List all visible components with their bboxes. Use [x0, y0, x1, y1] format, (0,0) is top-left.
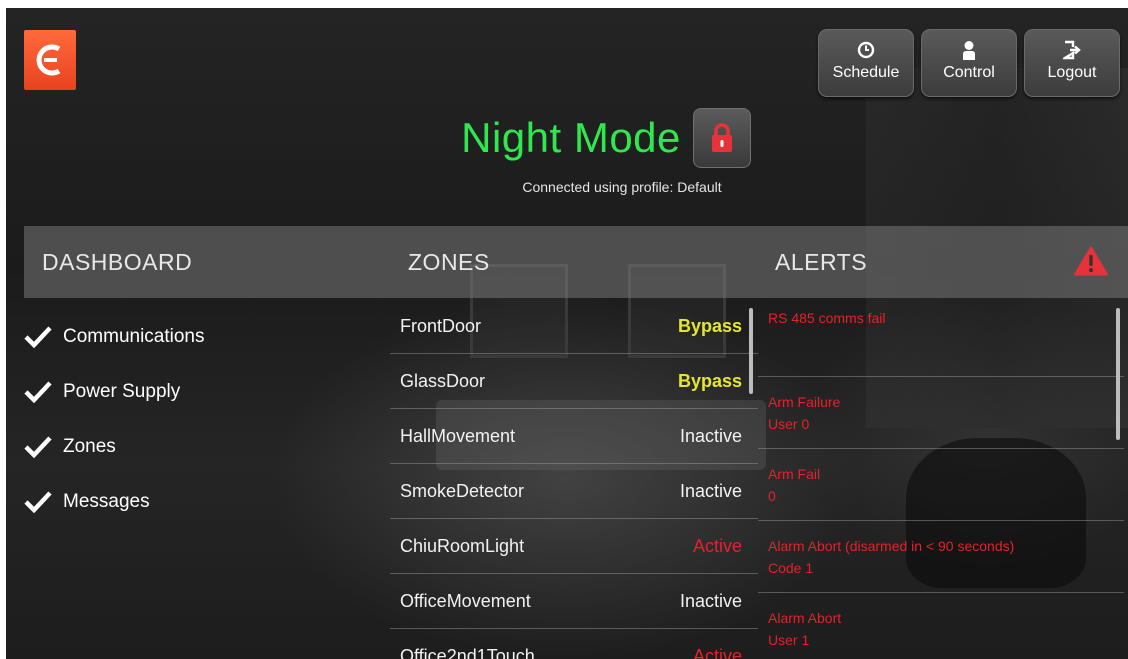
dashboard-item-label: Power Supply — [63, 381, 181, 402]
checkmark-icon — [24, 491, 54, 513]
zone-row[interactable]: SmokeDetector Inactive — [390, 464, 758, 519]
connection-status: Connected using profile: Default — [522, 179, 722, 195]
clock-icon — [857, 40, 875, 60]
zone-status: Bypass — [677, 315, 742, 336]
control-button-label: Control — [943, 64, 995, 81]
alert-detail: 0 — [768, 488, 776, 504]
dashboard-item-messages: Messages — [24, 491, 150, 513]
checkmark-icon — [24, 436, 54, 458]
alert-item[interactable]: RS 485 comms fail — [758, 299, 1124, 377]
alert-item[interactable]: Alarm Abort (disarmed in < 90 seconds) C… — [758, 521, 1124, 593]
dashboard-item-label: Zones — [63, 436, 116, 457]
alert-item[interactable]: Arm Failure User 0 — [758, 377, 1124, 449]
mode-status: Night Mode — [6, 108, 1128, 168]
logo-c-icon — [36, 44, 61, 76]
alert-detail: Code 1 — [768, 560, 814, 576]
control-button[interactable]: Control — [921, 29, 1017, 97]
alerts-list[interactable]: RS 485 comms fail Arm Failure User 0 Arm… — [758, 299, 1124, 659]
zones-heading: ZONES — [408, 249, 490, 275]
zone-row[interactable]: Office2nd1Touch Active — [390, 629, 758, 659]
dashboard-item-power-supply: Power Supply — [24, 381, 180, 403]
mode-title: Night Mode — [461, 114, 681, 161]
warning-icon[interactable] — [1074, 246, 1108, 281]
dashboard-heading: DASHBOARD — [42, 249, 193, 275]
dashboard-item-label: Communications — [63, 326, 205, 347]
alerts-scrollbar[interactable] — [1116, 308, 1120, 440]
alert-title: RS 485 comms fail — [768, 310, 886, 326]
zone-status: Inactive — [679, 590, 742, 611]
zone-row[interactable]: FrontDoor Bypass — [390, 299, 758, 354]
alert-detail: User 0 — [768, 416, 810, 432]
logout-button-label: Logout — [1047, 64, 1097, 81]
zone-name: Office2nd1Touch — [400, 645, 535, 659]
zone-status: Inactive — [679, 480, 742, 501]
zone-row[interactable]: GlassDoor Bypass — [390, 354, 758, 409]
schedule-button[interactable]: Schedule — [818, 29, 914, 97]
checkmark-icon — [24, 381, 54, 403]
zone-status: Active — [692, 535, 742, 556]
zone-name: HallMovement — [400, 425, 516, 446]
zone-status: Active — [692, 645, 742, 659]
alerts-heading: ALERTS — [775, 249, 868, 275]
zone-name: ChiuRoomLight — [400, 535, 525, 556]
dashboard-item-label: Messages — [63, 491, 150, 512]
schedule-button-label: Schedule — [832, 64, 900, 81]
zone-name: FrontDoor — [400, 315, 482, 336]
zone-status: Bypass — [677, 370, 742, 391]
checkmark-icon — [24, 326, 54, 348]
lock-button[interactable] — [692, 108, 751, 168]
zone-row[interactable]: OfficeMovement Inactive — [390, 574, 758, 629]
zones-list[interactable]: FrontDoor Bypass GlassDoor Bypass HallMove… — [390, 299, 758, 659]
logout-button[interactable]: Logout — [1024, 29, 1120, 97]
zones-scrollbar[interactable] — [749, 308, 753, 394]
alert-item[interactable]: Arm Fail 0 — [758, 449, 1124, 521]
dashboard-item-zones: Zones — [24, 436, 116, 458]
zone-row[interactable]: ChiuRoomLight Active — [390, 519, 758, 574]
padlock-icon — [711, 123, 732, 152]
zone-status: Inactive — [679, 425, 742, 446]
dashboard-item-communications: Communications — [24, 326, 205, 348]
zone-row[interactable]: HallMovement Inactive — [390, 409, 758, 464]
app-window: Schedule Control Logout Night Mode Conne… — [6, 8, 1128, 659]
zone-name: SmokeDetector — [400, 480, 525, 501]
zone-name: OfficeMovement — [400, 590, 531, 611]
alert-title: Alarm Abort (disarmed in < 90 seconds) — [768, 538, 1015, 554]
alert-detail: User 1 — [768, 632, 810, 648]
alert-title: Alarm Abort — [768, 610, 842, 626]
alert-item[interactable]: Alarm Abort User 1 — [758, 593, 1124, 659]
alert-title: Arm Fail — [768, 466, 821, 482]
person-icon — [961, 40, 977, 60]
logout-icon — [1063, 40, 1081, 60]
alert-title: Arm Failure — [768, 394, 841, 410]
zone-name: GlassDoor — [400, 370, 486, 391]
app-logo — [24, 30, 76, 90]
